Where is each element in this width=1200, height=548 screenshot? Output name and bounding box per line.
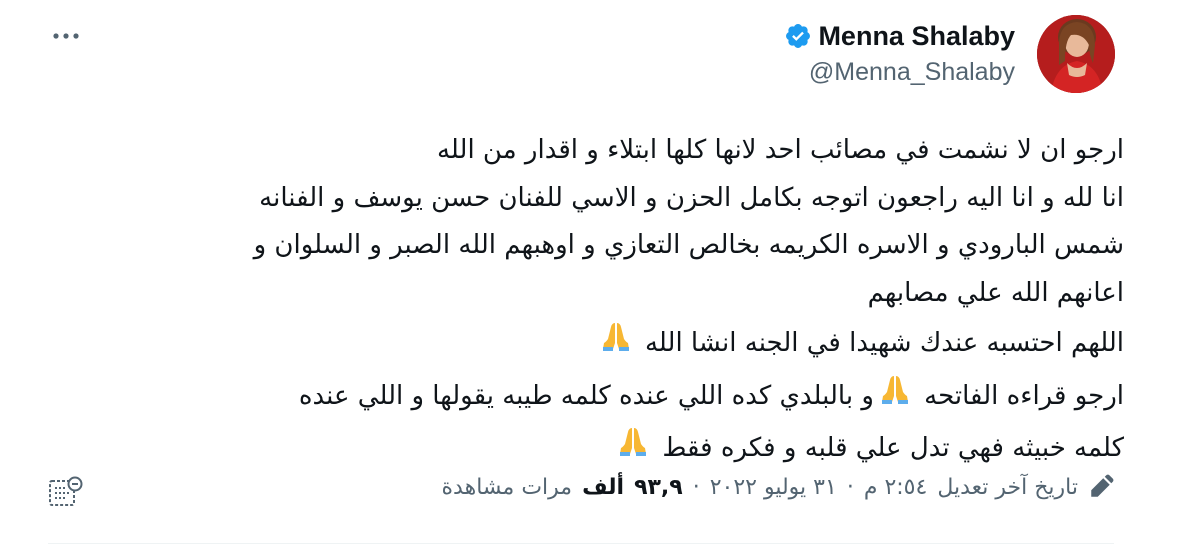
tweet-line: اعانهم الله علي مصابهم [867, 277, 1124, 308]
edit-pencil-icon [1091, 474, 1114, 497]
tweet-line: اللهم احتسبه عندك شهيدا في الجنه انشا ال… [44, 317, 1124, 370]
view-count: ٩٣,٩ [634, 474, 683, 500]
tweet-line: شمس البارودي و الاسره الكريمه بخالص التع… [253, 230, 1124, 260]
tweet-line: كلمه خبيثه فهي تدل علي قلبه و فكره فقط [44, 422, 1124, 475]
avatar-image [1037, 15, 1115, 93]
tweet-author: Menna Shalaby @Menna_Shalaby [784, 16, 1015, 87]
view-count-label: مرات مشاهدة [441, 474, 573, 500]
view-count-unit: ألف [582, 474, 625, 500]
tweet-date[interactable]: ٣١ يوليو ٢٠٢٢ [710, 475, 837, 500]
tweet-line: ارجو قراءه الفاتحه و بالبلدي كده اللي عن… [44, 370, 1124, 423]
author-handle[interactable]: @Menna_Shalaby [784, 58, 1015, 87]
author-display-name[interactable]: Menna Shalaby [818, 21, 1015, 52]
tweet-line: ارجو ان لا نشمت في مصائب احد لانها كلها … [436, 135, 1124, 165]
tweet-line-text: كلمه خبيثه فهي تدل علي قلبه و فكره فقط [662, 432, 1124, 463]
edit-history-link[interactable]: تاريخ آخر تعديل [937, 475, 1078, 500]
folded-hands-emoji-icon [877, 370, 913, 423]
tweet-text: ارجو ان لا نشمت في مصائب احد لانها كلها … [44, 127, 1124, 475]
more-horizontal-icon [53, 33, 79, 39]
tweet-line-text: و بالبلدي كده اللي عنده كلمه طيبه يقولها… [298, 380, 874, 411]
divider [48, 543, 1114, 544]
tweet-time[interactable]: ٢:٥٤ م [864, 475, 928, 500]
tweet-line-text: ارجو قراءه الفاتحه [924, 380, 1124, 411]
tweet-line: انا لله و انا اليه راجعون اتوجه بكامل ال… [259, 182, 1124, 213]
separator-dot: · [846, 474, 854, 500]
analytics-button[interactable] [45, 474, 85, 510]
tweet-card: Menna Shalaby @Menna_Shalaby ارجو ان لا … [0, 0, 1200, 548]
more-options-button[interactable] [48, 22, 84, 50]
verified-badge-icon [786, 24, 811, 48]
tweet-line-text: اللهم احتسبه عندك شهيدا في الجنه انشا ال… [644, 327, 1124, 358]
avatar[interactable] [1037, 15, 1115, 93]
analytics-icon [49, 476, 83, 506]
folded-hands-emoji-icon [615, 422, 651, 475]
folded-hands-emoji-icon [598, 317, 634, 370]
tweet-metadata: تاريخ آخر تعديل ٢:٥٤ م · ٣١ يوليو ٢٠٢٢ ·… [442, 474, 1114, 500]
separator-dot: · [692, 474, 700, 500]
